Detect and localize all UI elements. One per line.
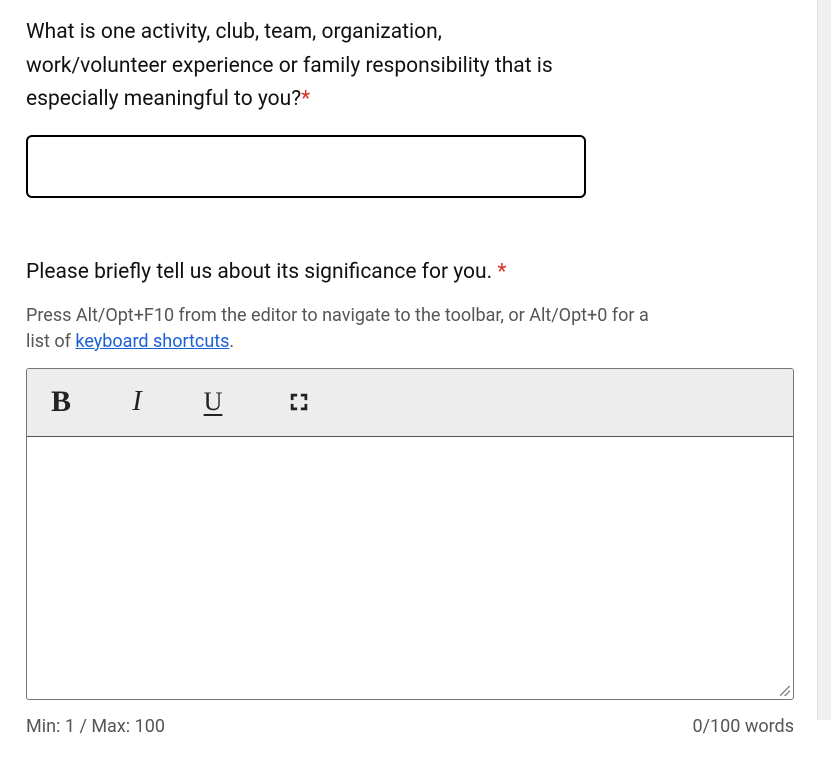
underline-button[interactable]: U [193, 382, 233, 422]
fullscreen-button[interactable] [279, 382, 319, 422]
question-2-text: Please briefly tell us about its signifi… [26, 260, 497, 284]
significance-textarea[interactable] [27, 437, 793, 695]
required-asterisk: * [497, 260, 506, 284]
italic-button[interactable]: I [117, 382, 157, 422]
editor-help-text: Press Alt/Opt+F10 from the editor to nav… [26, 303, 666, 353]
editor-toolbar: B I U [27, 369, 793, 437]
question-1-text: What is one activity, club, team, organi… [26, 20, 553, 111]
fullscreen-icon [288, 391, 310, 413]
word-limit-label: Min: 1 / Max: 100 [26, 716, 165, 737]
keyboard-shortcuts-link[interactable]: keyboard shortcuts [75, 331, 229, 352]
form-content: What is one activity, club, team, organi… [0, 0, 815, 757]
word-count-label: 0/100 words [692, 716, 794, 737]
help-suffix: . [229, 331, 234, 352]
rich-text-editor: B I U [26, 368, 794, 700]
vertical-scrollbar[interactable] [817, 0, 831, 720]
required-asterisk: * [301, 87, 310, 111]
bold-button[interactable]: B [41, 382, 81, 422]
activity-input[interactable] [26, 135, 586, 198]
question-1-label: What is one activity, club, team, organi… [26, 16, 586, 117]
editor-footer: Min: 1 / Max: 100 0/100 words [26, 716, 794, 737]
question-2-section: Please briefly tell us about its signifi… [26, 256, 789, 737]
question-2-label: Please briefly tell us about its signifi… [26, 256, 726, 290]
